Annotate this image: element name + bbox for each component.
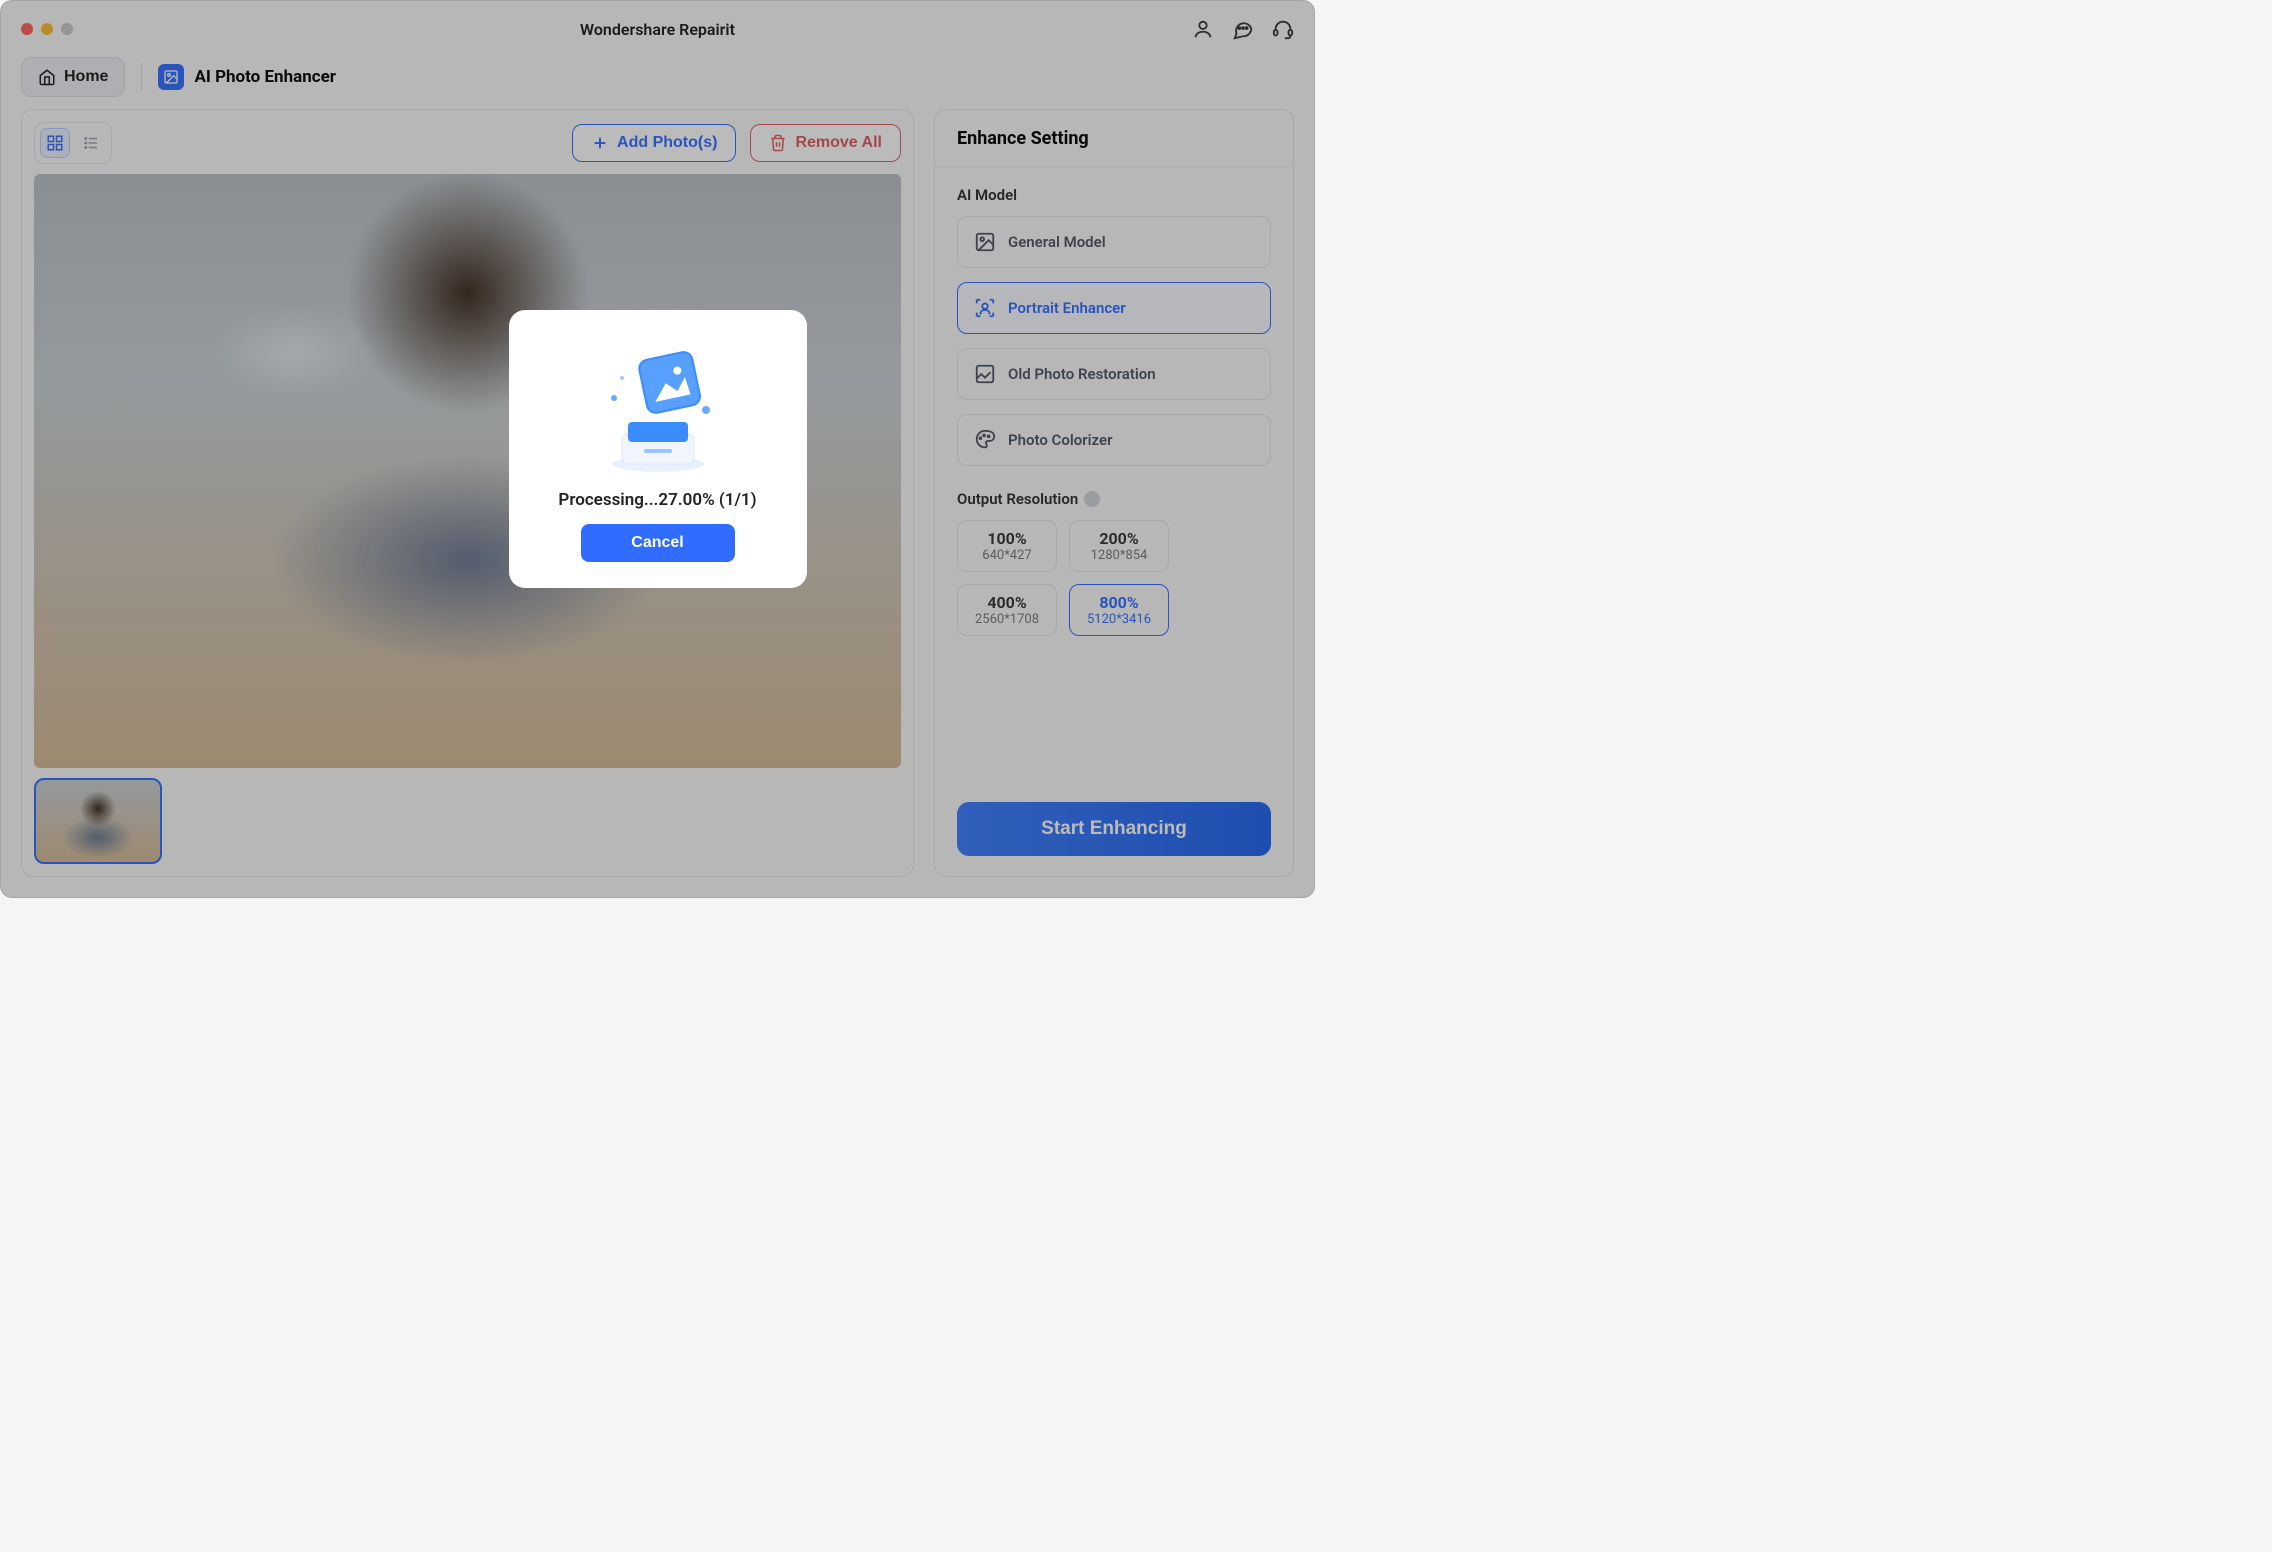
modal-overlay: Processing...27.00% (1/1) Cancel bbox=[0, 0, 1315, 898]
cancel-button[interactable]: Cancel bbox=[581, 524, 735, 562]
processing-modal: Processing...27.00% (1/1) Cancel bbox=[509, 310, 807, 588]
processing-status: Processing...27.00% (1/1) bbox=[558, 490, 756, 510]
processing-graphic-icon bbox=[578, 334, 738, 484]
